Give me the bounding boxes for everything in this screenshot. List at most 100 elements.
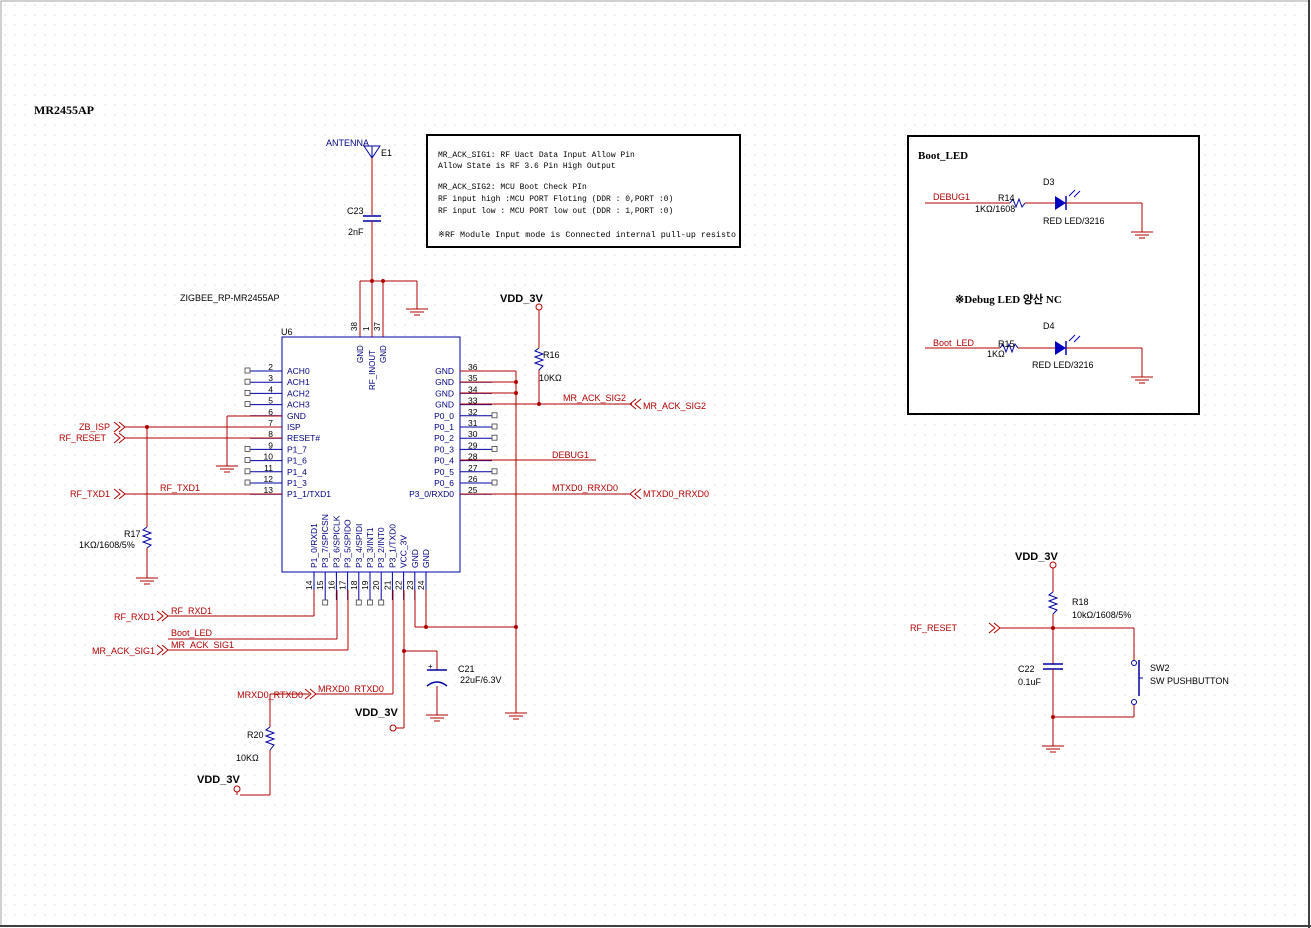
u6-bottom-pin-num: 16 (326, 580, 336, 590)
u6-pin-1-num: 1 (362, 326, 371, 331)
u6-bottom-pin-name: P3_7/SPICSN (320, 514, 330, 568)
u6-bottom-pin-name: P3_2/INT0 (376, 527, 386, 568)
u6-bottom-pin-name: GND (410, 549, 420, 568)
u6-left-pin-name: P1_7 (287, 444, 307, 454)
no-connect-marker (244, 367, 251, 374)
vdd-r18: VDD_3V (1015, 551, 1058, 563)
u6-bottom-pin-name: P3_3/INT1 (365, 527, 375, 568)
d4-ref: D4 (1043, 321, 1055, 331)
u6-right-pin-name: P0_1 (434, 422, 454, 432)
u6-left-pin-num: 2 (268, 362, 273, 372)
port-rf-rxd1: RF_RXD1 (114, 612, 155, 622)
no-connect-marker (491, 434, 498, 441)
no-connect-marker (491, 412, 498, 419)
sw2-ref: SW2 (1150, 663, 1170, 673)
u6-right-pin-name: GND (435, 400, 454, 410)
net-mtxd0-rrxd0: MTXD0_RRXD0 (552, 483, 618, 493)
u6-bottom-pin-name: P1_0/RXD1 (309, 523, 319, 568)
net-mr-ack-sig1: MR_ACK_SIG1 (171, 640, 234, 650)
schematic-sheet: MR2455AP MR_ACK_SIG1: RF Uact Data Input… (0, 0, 1311, 928)
u6-right-pin-name: GND (435, 377, 454, 387)
note-line-3: MR_ACK_SIG2: MCU Boot Check PIn (438, 183, 587, 192)
r20-ref: R20 (247, 730, 264, 740)
u6-part-number: ZIGBEE_RP-MR2455AP (180, 293, 280, 303)
u6-left-pin-num: 9 (268, 440, 273, 450)
port-rf-reset-2: RF_RESET (910, 623, 958, 633)
port-mr-ack-sig2: MR_ACK_SIG2 (643, 401, 706, 411)
u6-right-pin-num: 32 (468, 407, 478, 417)
u6-left-pin-name: RESET# (287, 433, 320, 443)
net-rf-txd1: RF_TXD1 (160, 483, 200, 493)
no-connect-marker (355, 599, 362, 606)
u6-right-pin-name: P0_4 (434, 456, 454, 466)
sheet-title: MR2455AP (34, 103, 94, 117)
u6-bottom-pin-num: 15 (315, 580, 325, 590)
no-connect-marker (244, 401, 251, 408)
u6-bottom-pin-name: P3_5/SPIDO (343, 519, 353, 568)
vdd-r16: VDD_3V (500, 293, 543, 305)
no-connect-marker (244, 457, 251, 464)
u6-left-pin-name: P1_3 (287, 478, 307, 488)
r14-value: 1KΩ/1608 (975, 204, 1015, 214)
c22-ref: C22 (1018, 664, 1035, 674)
boot-led-title: Boot_LED (918, 150, 968, 162)
c22-value: 0.1uF (1018, 677, 1042, 687)
u6-left-pin-name: P1_4 (287, 467, 307, 477)
u6-bottom-pin-num: 18 (349, 580, 359, 590)
u6-bottom-pin-name: P3_1/TXD0 (387, 524, 397, 568)
r18-value: 10kΩ/1608/5% (1072, 610, 1131, 620)
c23-ref: C23 (347, 206, 364, 216)
port-mtxd0-rrxd0: MTXD0_RRXD0 (643, 489, 709, 499)
r15-ref: R15 (998, 339, 1015, 349)
no-connect-marker (322, 599, 329, 606)
note-line-6: ※RF Module Input mode is Connected inter… (438, 231, 736, 240)
u6-bottom-pin-num: 19 (360, 580, 370, 590)
u6-pin-37-name: GND (379, 345, 388, 363)
u6-bottom-pin-num: 23 (405, 580, 415, 590)
c21-value: 22uF/6.3V (460, 675, 502, 685)
u6-bottom-pin-name: VCC_3V (399, 535, 409, 568)
port-mrxd0-rtxd0: MRXD0_RTXD0 (237, 690, 303, 700)
u6-bottom-pin-name: GND (421, 549, 431, 568)
no-connect-marker (244, 389, 251, 396)
u6-right-pin-num: 31 (468, 418, 478, 428)
u6-left-pin-name: ACH1 (287, 377, 310, 387)
antenna-label: ANTENNA (326, 138, 369, 148)
u6-bottom-pin-num: 20 (371, 580, 381, 590)
u6-left-pin-num: 6 (268, 407, 273, 417)
port-mr-ack-sig1: MR_ACK_SIG1 (92, 646, 155, 656)
u6-bottom-pin-num: 17 (338, 580, 348, 590)
no-connect-marker (378, 599, 385, 606)
no-connect-marker (244, 468, 251, 475)
u6-left-pin-name: P1_6 (287, 456, 307, 466)
u6-pin-1-name: RF_INOUT (368, 350, 377, 390)
u6-left-pin-num: 4 (268, 384, 273, 394)
net-rf-rxd1: RF_RXD1 (171, 606, 212, 616)
u6-left-pin-num: 12 (264, 474, 274, 484)
vdd-u6: VDD_3V (355, 707, 398, 719)
led1-net: DEBUG1 (933, 192, 970, 202)
svg-text:+: + (428, 662, 433, 671)
u6-right-pin-num: 27 (468, 463, 478, 473)
r17-ref: R17 (124, 529, 141, 539)
no-connect-marker (491, 423, 498, 430)
u6-left-pin-name: ISP (287, 422, 301, 432)
note-box: MR_ACK_SIG1: RF Uact Data Input Allow Pi… (426, 134, 741, 248)
boot-led-box: Boot_LED ※Debug LED 양산 NC DEBUG1 R14 1KΩ… (907, 135, 1200, 415)
u6-pin-38-name: GND (356, 345, 365, 363)
u6-left-pin-name: ACH0 (287, 366, 310, 376)
u6-pin-37-num: 37 (373, 322, 382, 331)
r18-ref: R18 (1072, 597, 1089, 607)
r14-ref: R14 (998, 193, 1015, 203)
u6-left-pin-name: P1_1/TXD1 (287, 489, 331, 499)
u6-ref: U6 (281, 327, 293, 337)
no-connect-marker (491, 468, 498, 475)
u6-left-pin-name: GND (287, 411, 306, 421)
sw2-value: SW PUSHBUTTON (1150, 676, 1229, 686)
u6-left-pin-num: 10 (264, 452, 274, 462)
no-connect-marker (367, 599, 373, 606)
u6-right-pin-name: P3_0/RXD0 (409, 489, 454, 499)
u6-left-pin-num: 5 (268, 396, 273, 406)
note-line-5: RF input low : MCU PORT low out (DDR : 1… (438, 207, 673, 216)
u6-right-pin-name: P0_3 (434, 444, 454, 454)
